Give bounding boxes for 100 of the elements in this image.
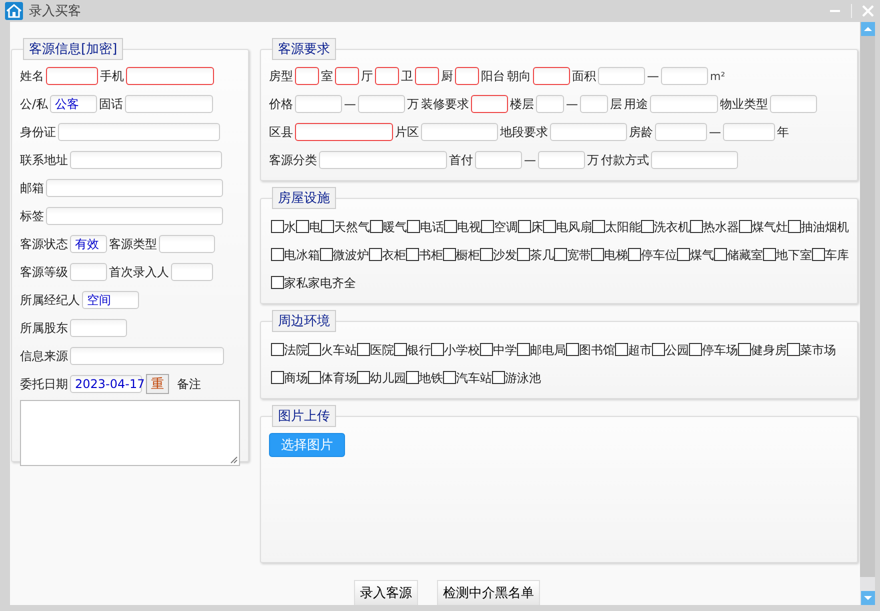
reset-button[interactable]: 重 <box>146 374 169 394</box>
input-field[interactable] <box>651 151 738 169</box>
input-field[interactable] <box>598 67 645 85</box>
checkbox[interactable] <box>628 248 641 261</box>
checkbox-label: 医院 <box>370 343 394 357</box>
input-field[interactable] <box>295 67 319 85</box>
checkbox[interactable] <box>652 343 665 356</box>
input-field[interactable] <box>538 151 585 169</box>
input-field[interactable] <box>171 263 213 281</box>
checkbox[interactable] <box>481 220 494 233</box>
checkbox[interactable] <box>480 343 493 356</box>
input-field[interactable] <box>70 347 224 365</box>
input-field[interactable] <box>358 95 405 113</box>
input-field[interactable] <box>723 123 775 141</box>
checkbox[interactable] <box>690 220 703 233</box>
checkbox[interactable] <box>443 248 456 261</box>
checkbox-label: 法院 <box>284 343 308 357</box>
checkbox[interactable] <box>271 343 284 356</box>
checkbox-label: 橱柜 <box>456 248 480 262</box>
input-field[interactable] <box>550 123 627 141</box>
checkbox-label: 床 <box>531 220 543 234</box>
input-field[interactable] <box>471 95 508 113</box>
checkbox[interactable] <box>271 220 284 233</box>
checkbox[interactable] <box>677 248 690 261</box>
checkbox[interactable] <box>714 248 727 261</box>
input-field[interactable] <box>421 123 498 141</box>
input-field[interactable] <box>46 207 223 225</box>
input-field[interactable]: 有效 <box>70 235 107 253</box>
input-field[interactable] <box>655 123 707 141</box>
checkbox[interactable] <box>394 343 407 356</box>
checkbox[interactable] <box>443 371 456 384</box>
checkbox[interactable] <box>492 371 505 384</box>
checkbox[interactable] <box>321 220 334 233</box>
checkbox[interactable] <box>554 248 567 261</box>
input-field[interactable] <box>661 67 708 85</box>
checkbox[interactable] <box>406 371 419 384</box>
checkbox[interactable] <box>296 220 309 233</box>
input-field[interactable] <box>335 67 359 85</box>
checkbox-label: 停车位 <box>641 248 677 262</box>
checkbox[interactable] <box>406 248 419 261</box>
checkbox[interactable] <box>517 248 530 261</box>
checkbox[interactable] <box>592 220 605 233</box>
action-button[interactable]: 检测中介黑名单 <box>437 580 540 605</box>
checkbox[interactable] <box>812 248 825 261</box>
input-field[interactable] <box>580 95 608 113</box>
input-field[interactable]: 2023-04-17 <box>70 375 142 393</box>
checkbox[interactable] <box>788 220 801 233</box>
input-field[interactable] <box>455 67 479 85</box>
checkbox[interactable] <box>517 343 530 356</box>
input-field[interactable] <box>475 151 522 169</box>
checkbox[interactable] <box>763 248 776 261</box>
checkbox[interactable] <box>271 371 284 384</box>
input-field[interactable] <box>295 95 342 113</box>
checkbox[interactable] <box>407 220 420 233</box>
input-field[interactable] <box>650 95 718 113</box>
checkbox[interactable] <box>308 371 321 384</box>
field-label: 装修要求 <box>421 96 469 112</box>
input-field[interactable] <box>159 235 215 253</box>
checkbox[interactable] <box>271 248 284 261</box>
input-field[interactable] <box>126 67 214 85</box>
input-field[interactable] <box>375 67 399 85</box>
checkbox[interactable] <box>518 220 531 233</box>
checkbox[interactable] <box>271 276 284 289</box>
checkbox[interactable] <box>357 343 370 356</box>
input-field[interactable] <box>46 179 223 197</box>
input-field[interactable] <box>295 123 393 141</box>
input-field[interactable] <box>770 95 817 113</box>
checkbox[interactable] <box>543 220 556 233</box>
checkbox[interactable] <box>591 248 604 261</box>
checkbox[interactable] <box>615 343 628 356</box>
input-field[interactable] <box>415 67 439 85</box>
input-field[interactable] <box>125 95 214 113</box>
checkbox[interactable] <box>689 343 702 356</box>
input-field[interactable] <box>70 319 127 337</box>
checkbox[interactable] <box>739 220 752 233</box>
field-label: 首次录入人 <box>109 264 169 280</box>
input-field[interactable] <box>70 151 222 169</box>
input-field[interactable] <box>46 67 98 85</box>
checkbox[interactable] <box>308 343 321 356</box>
action-button[interactable]: 录入客源 <box>354 580 418 605</box>
checkbox[interactable] <box>431 343 444 356</box>
checkbox[interactable] <box>369 248 382 261</box>
input-field[interactable] <box>70 263 107 281</box>
checkbox[interactable] <box>320 248 333 261</box>
input-field[interactable] <box>533 67 570 85</box>
checkbox[interactable] <box>370 220 383 233</box>
input-field[interactable] <box>319 151 447 169</box>
checkbox[interactable] <box>444 220 457 233</box>
input-field[interactable] <box>536 95 564 113</box>
remarks-field[interactable] <box>20 400 240 466</box>
checkbox[interactable] <box>480 248 493 261</box>
checkbox[interactable] <box>566 343 579 356</box>
checkbox[interactable] <box>738 343 751 356</box>
checkbox[interactable] <box>787 343 800 356</box>
input-field[interactable]: 空间 <box>82 291 139 309</box>
checkbox[interactable] <box>641 220 654 233</box>
checkbox[interactable] <box>357 371 370 384</box>
input-field[interactable]: 公客 <box>50 95 98 113</box>
field-label: 首付 <box>449 152 473 168</box>
input-field[interactable] <box>58 123 220 141</box>
